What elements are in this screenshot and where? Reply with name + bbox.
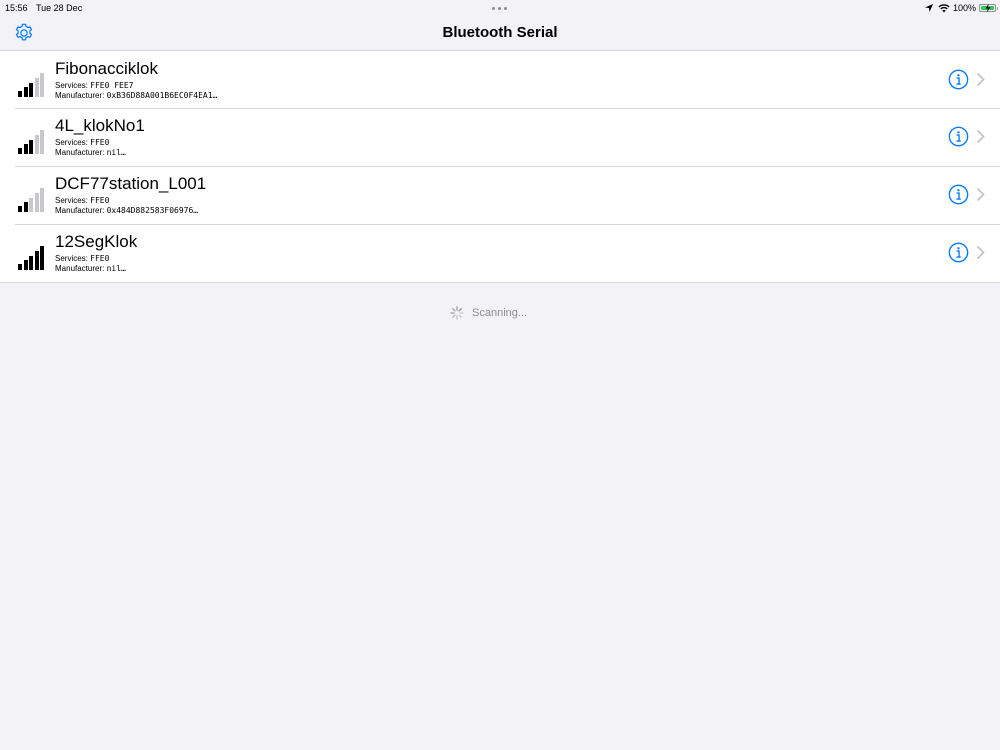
info-icon[interactable] — [948, 69, 969, 90]
status-time: 15:56 — [5, 3, 28, 13]
signal-bar — [40, 188, 44, 212]
device-list: Fibonacciklok Services: FFE0 FEE7 Manufa… — [0, 51, 1000, 283]
device-services: Services: FFE0 — [55, 254, 110, 263]
signal-bar — [29, 83, 33, 97]
signal-strength-icon — [18, 186, 46, 212]
signal-bar — [23, 260, 28, 270]
signal-bar — [18, 264, 22, 270]
status-bar: 15:56 Tue 28 Dec 100% — [0, 0, 1000, 16]
info-icon[interactable] — [948, 242, 969, 263]
signal-bar — [29, 140, 33, 154]
device-name: 4L_klokNo1 — [55, 116, 145, 135]
signal-bar — [23, 87, 28, 97]
info-icon[interactable] — [948, 184, 969, 205]
signal-bar — [23, 144, 28, 154]
scanning-label: Scanning... — [472, 307, 528, 319]
chevron-right-icon — [976, 129, 985, 144]
location-arrow-icon — [924, 4, 933, 12]
status-date: Tue 28 Dec — [36, 3, 83, 13]
signal-strength-icon — [18, 71, 46, 97]
signal-bar — [40, 130, 44, 154]
device-name: DCF77station_L001 — [55, 174, 207, 193]
device-manufacturer: Manufacturer: 0xB36D88A001B6EC0F4EA1… — [55, 91, 218, 100]
device-row[interactable]: 4L_klokNo1 Services: FFE0 Manufacturer: … — [0, 108, 1000, 166]
device-manufacturer: Manufacturer: nil… — [55, 264, 126, 273]
page-title: Bluetooth Serial — [442, 24, 558, 41]
wifi-icon — [938, 4, 950, 13]
signal-strength-icon — [18, 244, 46, 270]
signal-bar — [29, 198, 33, 212]
info-icon[interactable] — [948, 126, 969, 147]
signal-bar — [18, 206, 22, 212]
multitasking-dots-icon[interactable] — [490, 0, 510, 16]
battery-charging-icon — [979, 4, 998, 12]
device-services: Services: FFE0 — [55, 138, 110, 147]
signal-bar — [34, 251, 39, 270]
signal-bar — [40, 246, 44, 270]
signal-bar — [18, 148, 22, 154]
device-manufacturer: Manufacturer: nil… — [55, 148, 126, 157]
chevron-right-icon — [976, 187, 985, 202]
signal-bar — [18, 91, 22, 97]
navigation-bar: Bluetooth Serial — [0, 16, 1000, 51]
spinner-icon — [450, 306, 464, 320]
device-row[interactable]: DCF77station_L001 Services: FFE0 Manufac… — [0, 166, 1000, 224]
signal-bar — [40, 73, 44, 97]
battery-percent: 100% — [952, 3, 976, 13]
device-services: Services: FFE0 — [55, 196, 110, 205]
chevron-right-icon — [976, 72, 985, 87]
signal-bar — [34, 193, 39, 212]
signal-bar — [23, 202, 28, 212]
device-manufacturer: Manufacturer: 0x484D882583F06976… — [55, 206, 199, 215]
signal-bar — [34, 78, 39, 97]
device-name: 12SegKlok — [55, 232, 138, 251]
scanning-indicator: Scanning... — [450, 305, 527, 321]
device-name: Fibonacciklok — [55, 59, 158, 78]
device-row[interactable]: 12SegKlok Services: FFE0 Manufacturer: n… — [0, 224, 1000, 282]
signal-bar — [34, 135, 39, 154]
device-row[interactable]: Fibonacciklok Services: FFE0 FEE7 Manufa… — [0, 51, 1000, 108]
signal-bar — [29, 256, 33, 270]
chevron-right-icon — [976, 245, 985, 260]
status-right-group: 100% — [924, 0, 998, 16]
signal-strength-icon — [18, 128, 46, 154]
device-services: Services: FFE0 FEE7 — [55, 81, 134, 90]
